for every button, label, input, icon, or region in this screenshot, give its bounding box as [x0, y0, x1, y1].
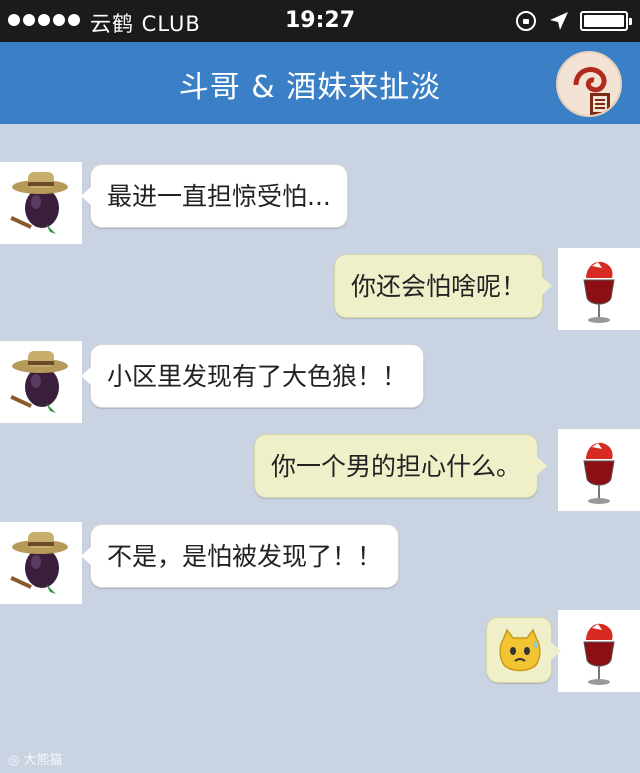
battery-icon	[580, 11, 632, 31]
status-time: 19:27	[284, 8, 356, 33]
chat-header: 斗哥 & 酒妹来扯淡	[0, 42, 640, 124]
message-bubble-incoming[interactable]: 最进一直担惊受怕...	[81, 164, 348, 228]
watermark: ◎ 大熊猫	[8, 753, 63, 768]
brand-logo-icon[interactable]	[556, 51, 622, 117]
message-bubble-outgoing[interactable]: 你还会怕啥呢！	[334, 254, 553, 318]
message-bubble-incoming[interactable]: 不是，是怕被发现了！！	[80, 524, 400, 588]
wine-glass-avatar[interactable]	[558, 610, 640, 692]
message-list[interactable]: 最进一直担惊受怕... 你还会怕啥呢！ 小区里发现有了大色狼！！ 你一个男的担心…	[0, 124, 640, 773]
sweating-cat-emoji-icon	[499, 628, 541, 672]
status-bar: 云鹤 CLUB 19:27	[0, 0, 640, 42]
sticker-bubble-outgoing[interactable]	[486, 617, 561, 683]
message-bubble-outgoing[interactable]: 你一个男的担心什么。	[254, 434, 548, 498]
eggplant-hat-avatar[interactable]	[0, 341, 82, 423]
chat-title: 斗哥 & 酒妹来扯淡	[178, 70, 442, 105]
location-arrow-icon	[550, 12, 568, 30]
eggplant-hat-avatar[interactable]	[0, 162, 82, 244]
message-bubble-incoming[interactable]: 小区里发现有了大色狼！！	[80, 344, 425, 408]
wine-glass-avatar[interactable]	[558, 429, 640, 511]
eggplant-hat-avatar[interactable]	[0, 522, 82, 604]
lock-rotation-icon	[516, 11, 536, 31]
wine-glass-avatar[interactable]	[558, 248, 640, 330]
